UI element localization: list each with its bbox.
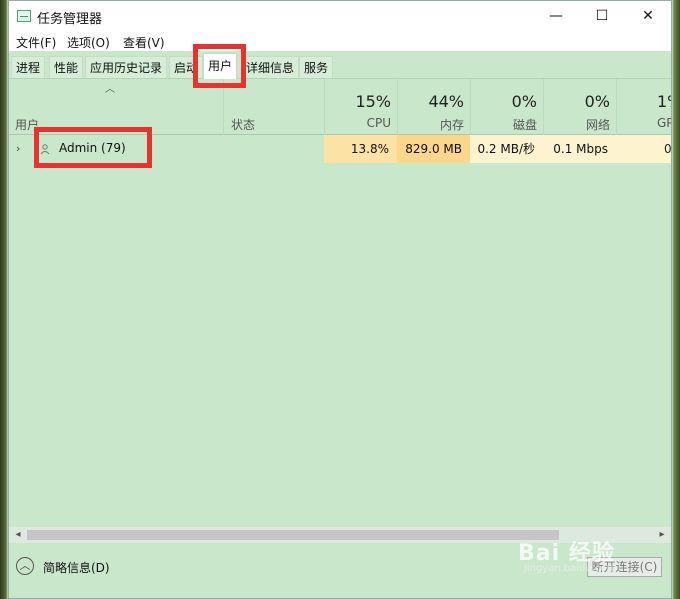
column-divider[interactable]	[223, 79, 224, 135]
menu-options[interactable]: 选项(O)	[67, 34, 110, 51]
tab-details[interactable]: 详细信息	[241, 56, 300, 78]
tab-services[interactable]: 服务	[299, 56, 334, 78]
user-name: Admin (79)	[59, 141, 126, 155]
scrollbar-thumb[interactable]	[27, 530, 559, 540]
column-cpu[interactable]: CPU	[325, 116, 391, 130]
gpu-header-clip: 1% GPU	[617, 79, 671, 135]
title-bar[interactable]: 任务管理器 — ☐ ✕	[9, 1, 671, 31]
network-percent[interactable]: 0%	[544, 92, 610, 111]
fewer-details-link[interactable]: 简略信息(D)	[43, 559, 110, 576]
tab-app-history[interactable]: 应用历史记录	[85, 56, 168, 78]
minimize-button[interactable]: —	[533, 1, 579, 31]
user-icon	[40, 144, 50, 155]
maximize-button[interactable]: ☐	[579, 1, 625, 31]
window-title: 任务管理器	[37, 12, 103, 27]
gpu-value: 0%	[664, 142, 671, 156]
baidu-watermark: Bai 经验 jingyan.baidu.com	[518, 535, 616, 574]
expand-chevron-icon[interactable]: ›	[16, 142, 20, 155]
column-memory[interactable]: 内存	[398, 116, 464, 133]
cpu-value: 13.8%	[324, 135, 397, 163]
cpu-percent[interactable]: 15%	[325, 92, 391, 111]
column-status[interactable]: 状态	[231, 116, 255, 133]
tab-users[interactable]: 用户	[203, 53, 238, 79]
menu-bar: 文件(F) 选项(O) 查看(V)	[9, 31, 671, 51]
column-gpu[interactable]: GPU	[657, 116, 671, 130]
tab-bar: 进程 性能 应用历史记录 启动 用户 详细信息 服务	[9, 51, 671, 79]
gpu-cell-clip: 0%	[616, 135, 671, 163]
menu-view[interactable]: 查看(V)	[123, 34, 165, 51]
task-manager-icon	[17, 10, 31, 22]
column-disk[interactable]: 磁盘	[471, 116, 537, 133]
scroll-right-icon[interactable]: ▸	[654, 528, 670, 542]
column-user[interactable]: 用户	[15, 116, 39, 133]
menu-file[interactable]: 文件(F)	[16, 34, 56, 51]
column-network[interactable]: 网络	[544, 116, 610, 133]
memory-value: 829.0 MB	[397, 135, 470, 163]
scroll-left-icon[interactable]: ◂	[10, 528, 26, 542]
gpu-percent[interactable]: 1%	[657, 92, 671, 111]
network-value: 0.1 Mbps	[543, 135, 616, 163]
table-row[interactable]: › Admin (79) 13.8% 829.0 MB 0.2 MB/秒 0.1…	[9, 135, 671, 163]
tab-processes[interactable]: 进程	[11, 56, 46, 78]
close-button[interactable]: ✕	[625, 1, 671, 31]
tab-startup[interactable]: 启动	[169, 56, 204, 78]
task-manager-window: 任务管理器 — ☐ ✕ 文件(F) 选项(O) 查看(V) 进程 性能 应用历史…	[8, 0, 672, 599]
disk-value: 0.2 MB/秒	[470, 135, 543, 163]
column-header: ︿ 用户 状态 15% CPU 44% 内存 0% 磁盘 0% 网络 1% GP…	[9, 79, 671, 135]
memory-percent[interactable]: 44%	[398, 92, 464, 111]
sort-up-icon[interactable]: ︿	[105, 85, 119, 95]
watermark-url: jingyan.baidu.com	[524, 563, 617, 574]
tab-performance[interactable]: 性能	[49, 56, 84, 78]
disk-percent[interactable]: 0%	[471, 92, 537, 111]
collapse-up-icon[interactable]: ︿	[16, 557, 34, 575]
